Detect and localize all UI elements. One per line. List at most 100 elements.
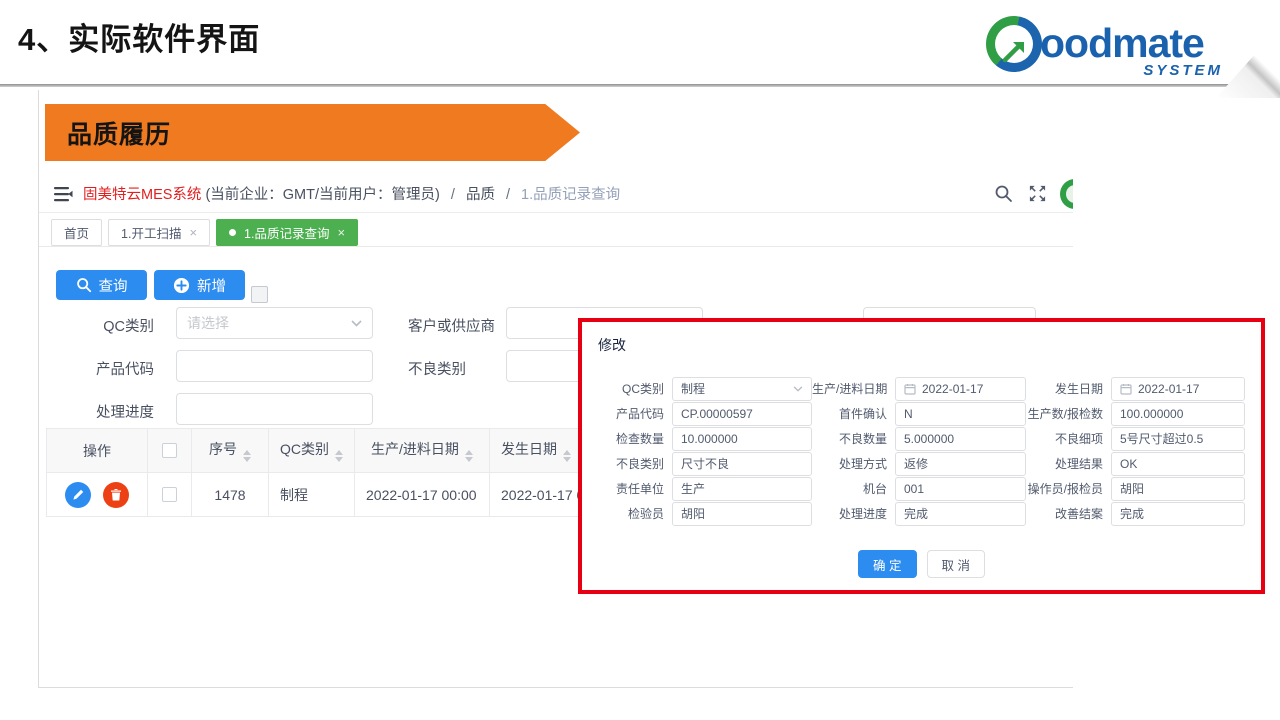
section-banner: 品质履历	[45, 104, 580, 161]
breadcrumb-divider	[39, 212, 1073, 213]
add-button-label: 新增	[197, 275, 226, 296]
handle-result-input[interactable]	[1111, 452, 1245, 476]
query-button-label: 查询	[99, 275, 128, 296]
sort-icon[interactable]	[243, 450, 251, 462]
progress-filter-input[interactable]	[176, 393, 373, 425]
logo-arrow-icon	[999, 37, 1029, 67]
breadcrumb-module[interactable]: 品质	[466, 187, 495, 203]
slide-title: 4、实际软件界面	[18, 14, 260, 59]
resp-unit-input[interactable]	[672, 477, 812, 501]
breadcrumb-context: (当前企业：GMT/当前用户：管理员)	[205, 187, 439, 203]
qc-type-placeholder: 请选择	[187, 313, 229, 333]
title-divider	[0, 84, 1280, 87]
qc-type-select[interactable]: 制程	[672, 377, 812, 401]
user-avatar[interactable]	[1060, 179, 1073, 209]
modal-form-row: QC类别 制程 生产/进料日期 2022-01-17 发生日期 2022-01-…	[582, 376, 1261, 401]
calendar-icon	[904, 383, 916, 395]
query-button[interactable]: 查询	[56, 270, 147, 300]
defect-type-label: 不良类别	[592, 455, 664, 472]
progress-label: 处理进度	[812, 505, 887, 522]
defect-qty-input[interactable]	[895, 427, 1026, 451]
sort-icon[interactable]	[335, 450, 343, 462]
occur-date-value: 2022-01-17	[1138, 382, 1199, 396]
select-all-checkbox[interactable]	[162, 443, 177, 458]
progress-input[interactable]	[895, 502, 1026, 526]
occur-date-input[interactable]: 2022-01-17	[1111, 377, 1245, 401]
row-actions-cell	[47, 473, 148, 517]
row-prod-date-cell: 2022-01-17 00:00	[355, 473, 490, 517]
chevron-down-icon	[793, 386, 803, 392]
menu-collapse-icon[interactable]	[53, 185, 73, 203]
edit-record-modal: 修改 QC类别 制程 生产/进料日期 2022-01-17 发生日期 2022-…	[578, 318, 1265, 594]
plus-circle-icon	[173, 277, 190, 294]
tab-close-icon[interactable]: ×	[189, 225, 197, 240]
inspector-label: 检验员	[592, 505, 664, 522]
first-confirm-input[interactable]	[895, 402, 1026, 426]
improve-label: 改善结案	[1026, 505, 1103, 522]
check-qty-label: 检查数量	[592, 430, 664, 447]
toolbar-checkbox[interactable]	[251, 286, 268, 303]
tab-work-scan[interactable]: 1.开工扫描 ×	[108, 219, 210, 246]
search-icon[interactable]	[994, 184, 1013, 203]
prod-date-input[interactable]: 2022-01-17	[895, 377, 1026, 401]
tabs-divider	[39, 246, 1073, 247]
operator-input[interactable]	[1111, 477, 1245, 501]
modal-form-row: 检查数量 不良数量 不良细项	[582, 426, 1261, 451]
product-code-filter-label: 产品代码	[59, 358, 154, 379]
defect-qty-label: 不良数量	[812, 430, 887, 447]
prod-qty-label: 生产数/报检数	[1026, 405, 1103, 422]
tab-home[interactable]: 首页	[51, 219, 102, 246]
defect-detail-input[interactable]	[1111, 427, 1245, 451]
qc-type-filter-select[interactable]: 请选择	[176, 307, 373, 339]
breadcrumb-system-link[interactable]: 固美特云MES系统	[83, 187, 201, 203]
tab-close-icon[interactable]: ×	[337, 225, 345, 240]
row-checkbox[interactable]	[162, 487, 177, 502]
trash-icon	[110, 488, 122, 501]
prod-date-label: 生产/进料日期	[812, 380, 887, 397]
sort-icon[interactable]	[465, 450, 473, 462]
modal-form-row: 责任单位 机台 操作员/报检员	[582, 476, 1261, 501]
customer-filter-label: 客户或供应商	[408, 315, 495, 336]
delete-row-button[interactable]	[103, 482, 129, 508]
col-header-seq[interactable]: 序号	[192, 429, 269, 473]
product-code-filter-input[interactable]	[176, 350, 373, 382]
modal-footer: 确 定 取 消	[582, 550, 1261, 578]
col-header-select	[148, 429, 192, 473]
progress-filter-label: 处理进度	[59, 401, 154, 422]
defect-type-input[interactable]	[672, 452, 812, 476]
prod-qty-input[interactable]	[1111, 402, 1245, 426]
confirm-button[interactable]: 确 定	[858, 550, 916, 578]
improve-input[interactable]	[1111, 502, 1245, 526]
prod-date-value: 2022-01-17	[922, 382, 983, 396]
product-code-input[interactable]	[672, 402, 812, 426]
logo-wordmark: oodmate	[1040, 20, 1204, 67]
tab-work-scan-label: 1.开工扫描	[121, 223, 181, 242]
col-header-prod-date[interactable]: 生产/进料日期	[355, 429, 490, 473]
edit-row-button[interactable]	[65, 482, 91, 508]
cancel-button[interactable]: 取 消	[927, 550, 985, 578]
handle-result-label: 处理结果	[1026, 455, 1103, 472]
inspector-input[interactable]	[672, 502, 812, 526]
section-banner-label: 品质履历	[67, 115, 171, 151]
breadcrumb-separator: /	[451, 187, 455, 203]
calendar-icon	[1120, 383, 1132, 395]
machine-input[interactable]	[895, 477, 1026, 501]
tab-quality-label: 1.品质记录查询	[244, 223, 329, 242]
tab-quality-record-query[interactable]: 1.品质记录查询 ×	[216, 219, 358, 246]
active-tab-dot	[229, 229, 236, 236]
qc-type-label: QC类别	[592, 380, 664, 397]
handle-method-input[interactable]	[895, 452, 1026, 476]
fullscreen-icon[interactable]	[1028, 184, 1047, 203]
col-header-qc[interactable]: QC类别	[269, 429, 355, 473]
check-qty-input[interactable]	[672, 427, 812, 451]
modal-form-row: 检验员 处理进度 改善结案	[582, 501, 1261, 526]
sort-icon[interactable]	[563, 450, 571, 462]
handle-method-label: 处理方式	[812, 455, 887, 472]
qc-type-filter-label: QC类别	[59, 315, 154, 336]
tab-home-label: 首页	[64, 223, 89, 242]
modal-form-row: 不良类别 处理方式 处理结果	[582, 451, 1261, 476]
add-button[interactable]: 新增	[154, 270, 245, 300]
pencil-icon	[72, 488, 85, 501]
product-code-label: 产品代码	[592, 405, 664, 422]
breadcrumb-bar: 固美特云MES系统 (当前企业：GMT/当前用户：管理员) / 品质 / 1.品…	[39, 175, 1073, 212]
